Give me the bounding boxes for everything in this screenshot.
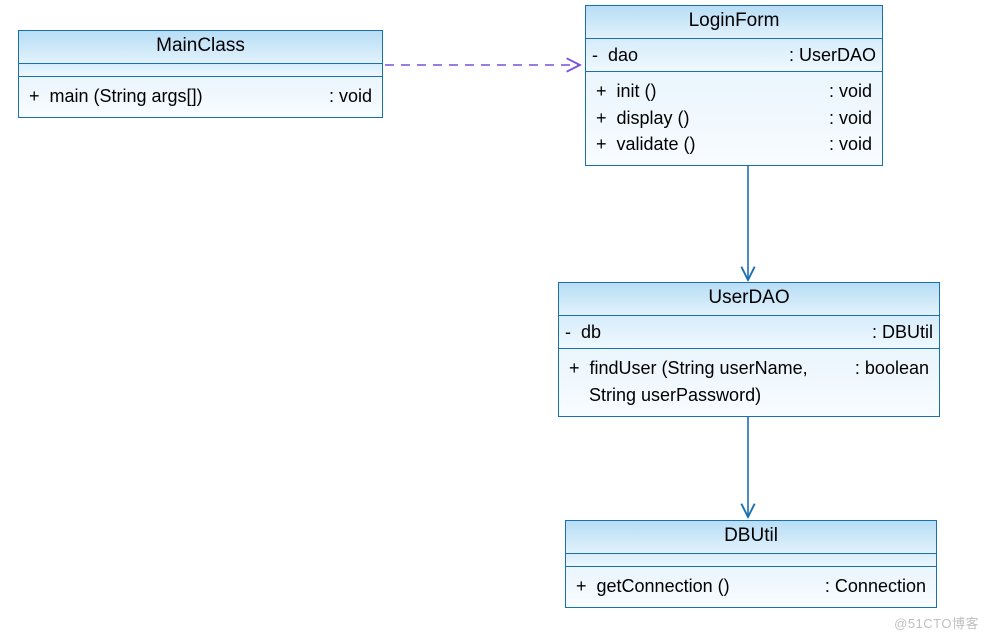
class-box-userdao: UserDAO - db : DBUtil + findUser (String… <box>558 282 940 417</box>
method-row: String userPassword) <box>569 382 929 408</box>
method-row: + findUser (String userName, : boolean <box>569 355 929 381</box>
method-row: + getConnection () : Connection <box>576 573 926 599</box>
attr-row: - dao : UserDAO <box>592 42 876 68</box>
method-sig: + validate () <box>596 132 825 156</box>
class-attrs: - dao : UserDAO <box>586 39 882 72</box>
method-row: + init () : void <box>596 78 872 104</box>
attr-ret: : DBUtil <box>868 320 933 344</box>
method-sig: + main (String args[]) <box>29 84 325 108</box>
watermark: @51CTO博客 <box>894 613 979 632</box>
class-name: DBUtil <box>566 521 936 554</box>
class-box-mainclass: MainClass + main (String args[]) : void <box>18 30 383 118</box>
attr-row: - db : DBUtil <box>565 319 933 345</box>
method-ret: : void <box>825 132 872 156</box>
method-sig: String userPassword) <box>569 383 925 407</box>
class-box-dbutil: DBUtil + getConnection () : Connection <box>565 520 937 608</box>
class-name: MainClass <box>19 31 382 64</box>
class-ops: + main (String args[]) : void <box>19 77 382 117</box>
attr-sig: - db <box>565 320 868 344</box>
class-ops: + getConnection () : Connection <box>566 567 936 607</box>
class-name: LoginForm <box>586 6 882 39</box>
class-attrs-empty <box>19 64 382 77</box>
class-ops: + findUser (String userName, : boolean S… <box>559 349 939 416</box>
method-ret: : boolean <box>851 356 929 380</box>
class-name: UserDAO <box>559 283 939 316</box>
method-sig: + getConnection () <box>576 574 821 598</box>
class-attrs-empty <box>566 554 936 567</box>
method-sig: + findUser (String userName, <box>569 356 851 380</box>
method-ret: : void <box>825 79 872 103</box>
attr-sig: - dao <box>592 43 785 67</box>
method-sig: + display () <box>596 106 825 130</box>
method-ret: : void <box>325 84 372 108</box>
method-row: + display () : void <box>596 105 872 131</box>
method-ret: : Connection <box>821 574 926 598</box>
class-attrs: - db : DBUtil <box>559 316 939 349</box>
class-box-loginform: LoginForm - dao : UserDAO + init () : vo… <box>585 5 883 166</box>
method-row: + main (String args[]) : void <box>29 83 372 109</box>
uml-diagram: MainClass + main (String args[]) : void … <box>0 0 989 638</box>
class-ops: + init () : void + display () : void + v… <box>586 72 882 165</box>
method-sig: + init () <box>596 79 825 103</box>
method-row: + validate () : void <box>596 131 872 157</box>
method-ret: : void <box>825 106 872 130</box>
attr-ret: : UserDAO <box>785 43 876 67</box>
